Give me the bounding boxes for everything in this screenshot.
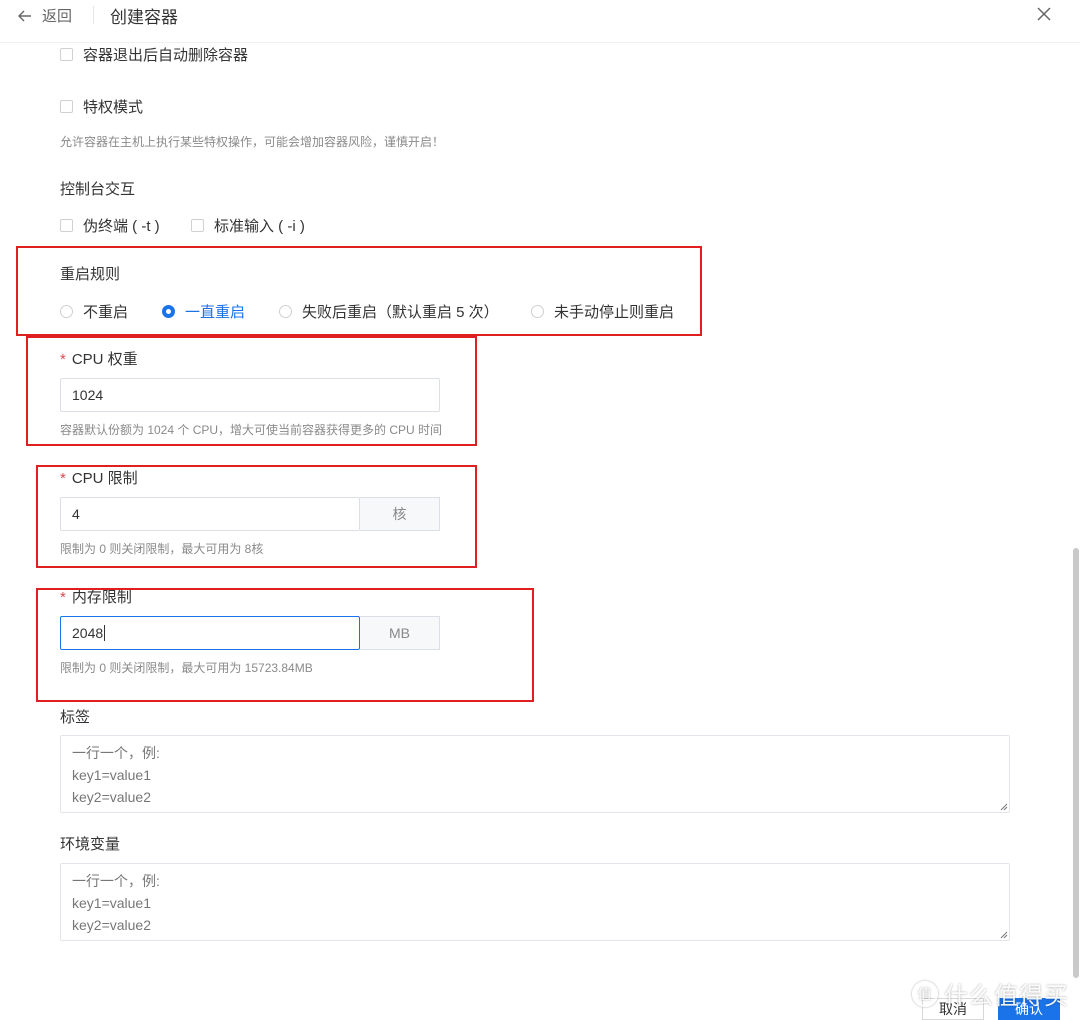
placeholder-line: key1=value1 (72, 895, 152, 911)
placeholder-line: key2=value2 (72, 917, 152, 933)
labels-textarea[interactable]: 一行一个，例: key1=value1 key2=value2 (60, 735, 1010, 813)
placeholder-line: 一行一个，例: (72, 873, 160, 889)
restart-option-label: 未手动停止则重启 (554, 304, 675, 321)
cpu-weight-value: 1024 (72, 387, 104, 403)
dialog-title: 创建容器 (110, 8, 178, 27)
scrollbar-thumb[interactable] (1073, 548, 1079, 978)
cpu-weight-hint: 容器默认份额为 1024 个 CPU，增大可使当前容器获得更多的 CPU 时间 (60, 423, 443, 437)
mem-limit-label-text: 内存限制 (71, 589, 132, 606)
cpu-weight-input[interactable]: 1024 (60, 378, 440, 412)
restart-option-always[interactable]: 一直重启 (162, 301, 245, 322)
required-mark: * (60, 351, 66, 368)
checkbox-box[interactable] (60, 48, 73, 61)
resize-handle-icon[interactable] (999, 802, 1008, 811)
auto-remove-checkbox[interactable]: 容器退出后自动删除容器 (60, 44, 248, 65)
annotation-box-restart (16, 246, 702, 336)
arrow-left-icon (18, 10, 31, 21)
cpu-limit-input[interactable]: 4 (60, 497, 360, 531)
restart-option-label: 失败后重启（默认重启 5 次） (302, 304, 499, 321)
mem-limit-label: * 内存限制 (60, 586, 132, 607)
checkbox-box[interactable] (60, 219, 73, 232)
dialog-header: 返回 创建容器 (0, 0, 1080, 43)
checkbox-box[interactable] (191, 219, 204, 232)
console-label: 控制台交互 (60, 181, 136, 198)
restart-option-on-failure[interactable]: 失败后重启（默认重启 5 次） (279, 301, 499, 322)
cpu-limit-label: * CPU 限制 (60, 467, 138, 488)
stdin-checkbox[interactable]: 标准输入 ( -i ) (191, 215, 305, 236)
placeholder-line: 一行一个，例: (72, 745, 160, 761)
privileged-checkbox[interactable]: 特权模式 (60, 96, 143, 117)
privileged-label: 特权模式 (83, 99, 144, 116)
restart-option-label: 不重启 (83, 304, 129, 321)
privileged-hint: 允许容器在主机上执行某些特权操作，可能会增加容器风险，谨慎开启！ (60, 135, 445, 149)
env-textarea[interactable]: 一行一个，例: key1=value1 key2=value2 (60, 863, 1010, 941)
required-mark: * (60, 470, 66, 487)
cpu-limit-unit: 核 (360, 497, 440, 531)
restart-option-no[interactable]: 不重启 (60, 301, 128, 322)
text-caret (104, 625, 106, 641)
cpu-weight-label: * CPU 权重 (60, 348, 138, 369)
cpu-limit-hint: 限制为 0 则关闭限制，最大可用为 8核 (60, 542, 264, 556)
stdin-label: 标准输入 ( -i ) (214, 218, 305, 235)
cpu-limit-label-text: CPU 限制 (71, 470, 138, 487)
cpu-weight-label-text: CPU 权重 (71, 351, 138, 368)
env-label: 环境变量 (60, 836, 121, 853)
restart-option-label: 一直重启 (185, 304, 246, 321)
resize-handle-icon[interactable] (999, 930, 1008, 939)
watermark-text: 什么值得买 (944, 983, 1069, 1010)
placeholder-line: key2=value2 (72, 789, 152, 805)
radio-circle[interactable] (279, 305, 292, 318)
radio-circle-selected[interactable] (162, 305, 175, 318)
auto-remove-label: 容器退出后自动删除容器 (83, 47, 249, 64)
cpu-limit-value: 4 (72, 506, 80, 522)
watermark: 值 什么值得买 (912, 976, 1069, 1011)
tty-label: 伪终端 ( -t ) (83, 218, 160, 235)
labels-label: 标签 (60, 709, 91, 726)
mem-limit-hint: 限制为 0 则关闭限制，最大可用为 15723.84MB (60, 661, 313, 675)
back-label: 返回 (42, 8, 73, 25)
mem-limit-input[interactable]: 2048 (60, 616, 360, 650)
restart-label: 重启规则 (60, 266, 121, 283)
radio-circle[interactable] (60, 305, 73, 318)
placeholder-line: key1=value1 (72, 767, 152, 783)
mem-limit-value: 2048 (72, 625, 104, 641)
header-divider (93, 6, 94, 24)
watermark-logo-icon: 值 (912, 980, 938, 1007)
restart-option-unless-stopped[interactable]: 未手动停止则重启 (531, 301, 674, 322)
back-button[interactable]: 返回 (18, 5, 72, 26)
radio-circle[interactable] (531, 305, 544, 318)
mem-limit-unit: MB (360, 616, 440, 650)
tty-checkbox[interactable]: 伪终端 ( -t ) (60, 215, 160, 236)
checkbox-box[interactable] (60, 100, 73, 113)
required-mark: * (60, 589, 66, 606)
close-icon[interactable] (1034, 4, 1054, 24)
